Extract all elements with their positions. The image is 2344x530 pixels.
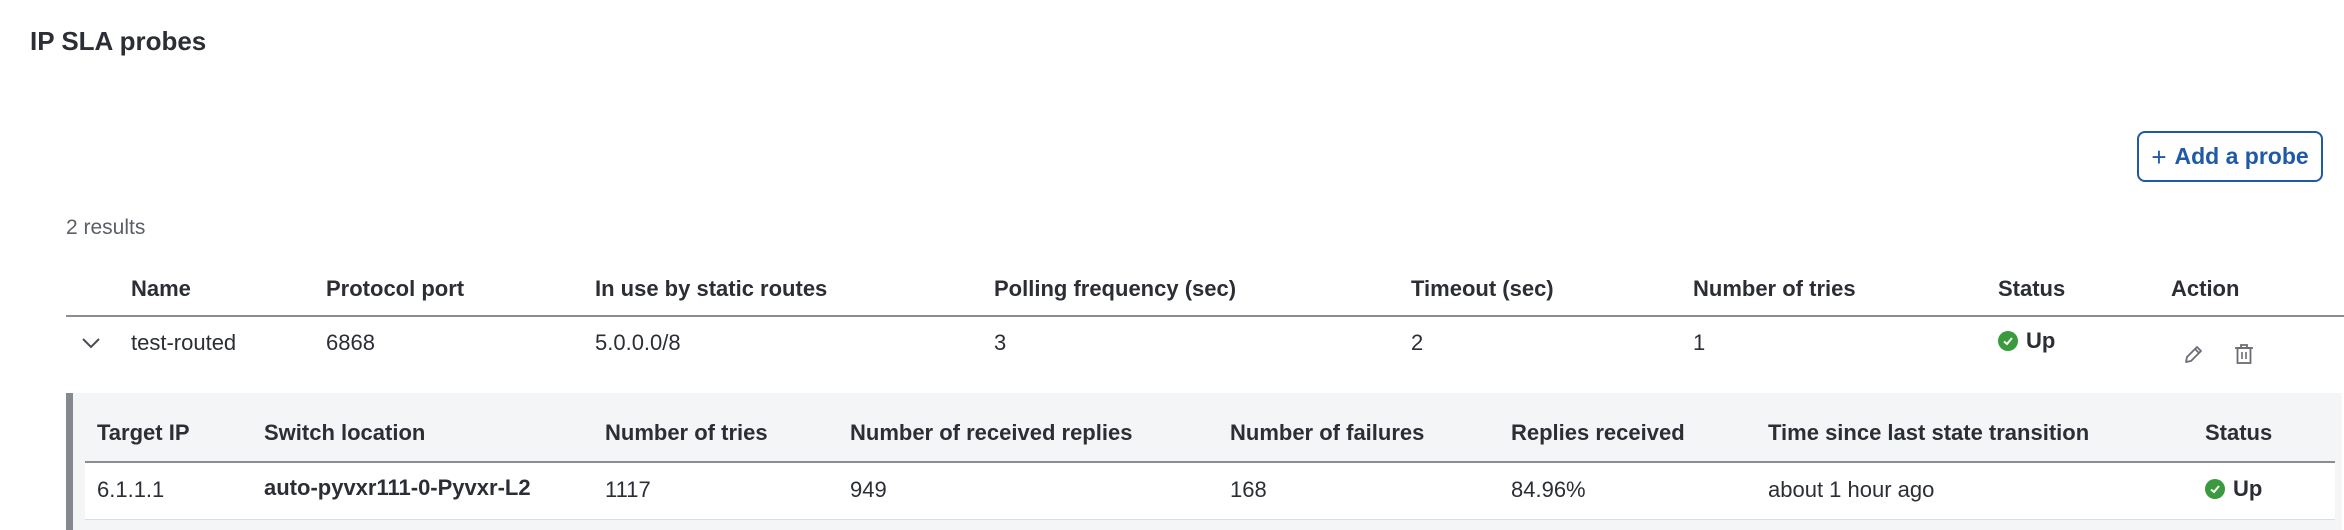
detail-column-target-ip: Target IP [97, 420, 190, 445]
ip-sla-probes-page: IP SLA probes + Add a probe 2 results Na… [0, 0, 2344, 530]
detail-status-label: Up [2233, 476, 2263, 501]
probe-timeout: 2 [1411, 330, 1424, 355]
detail-time-since-transition: about 1 hour ago [1768, 477, 1935, 502]
check-circle-icon [1998, 331, 2018, 351]
add-probe-button[interactable]: + Add a probe [2137, 131, 2323, 182]
probe-polling-frequency: 3 [994, 330, 1007, 355]
detail-target-ip: 6.1.1.1 [97, 477, 165, 502]
check-circle-icon [2205, 479, 2225, 499]
probes-table: Name Protocol port In use by static rout… [66, 262, 2344, 364]
detail-table: Target IP Switch location Number of trie… [85, 393, 2335, 530]
detail-received-replies: 949 [850, 477, 887, 502]
page-title: IP SLA probes [30, 26, 207, 56]
plus-icon: + [2151, 141, 2167, 172]
detail-column-switch-location: Switch location [264, 420, 426, 445]
detail-column-failures: Number of failures [1230, 420, 1425, 445]
detail-status-badge: Up [2205, 476, 2262, 502]
detail-replies-received: 84.96% [1511, 477, 1586, 502]
detail-table-row: 6.1.1.1 auto-pyvxr111-0-Pyvxr-L2 1117 94… [85, 463, 2335, 520]
trash-icon[interactable] [2232, 342, 2256, 366]
detail-failures: 168 [1230, 477, 1267, 502]
table-row[interactable]: test-routed 6868 5.0.0.0/8 3 2 1 Up [66, 262, 2344, 364]
status-badge: Up [1998, 328, 2055, 354]
detail-number-of-tries: 1117 [605, 477, 651, 502]
detail-column-received-replies: Number of received replies [850, 420, 1133, 445]
chevron-down-icon[interactable] [80, 332, 102, 354]
probe-name: test-routed [131, 330, 237, 355]
switch-location-link[interactable]: auto-pyvxr111-0-Pyvxr-L2 [264, 475, 531, 501]
add-probe-label: Add a probe [2174, 143, 2309, 169]
detail-column-replies-received: Replies received [1511, 420, 1685, 445]
probe-protocol-port: 6868 [326, 330, 375, 355]
detail-column-time-since-transition: Time since last state transition [1768, 420, 2090, 445]
detail-column-number-of-tries: Number of tries [605, 420, 768, 445]
detail-table-header: Target IP Switch location Number of trie… [85, 393, 2335, 463]
edit-icon[interactable] [2182, 342, 2206, 366]
results-count: 2 results [66, 216, 146, 239]
status-label: Up [2026, 328, 2056, 353]
probe-number-of-tries: 1 [1693, 330, 1706, 355]
detail-column-status: Status [2205, 420, 2273, 445]
probe-detail-panel: Target IP Switch location Number of trie… [66, 393, 2342, 530]
probe-static-routes: 5.0.0.0/8 [595, 330, 681, 355]
